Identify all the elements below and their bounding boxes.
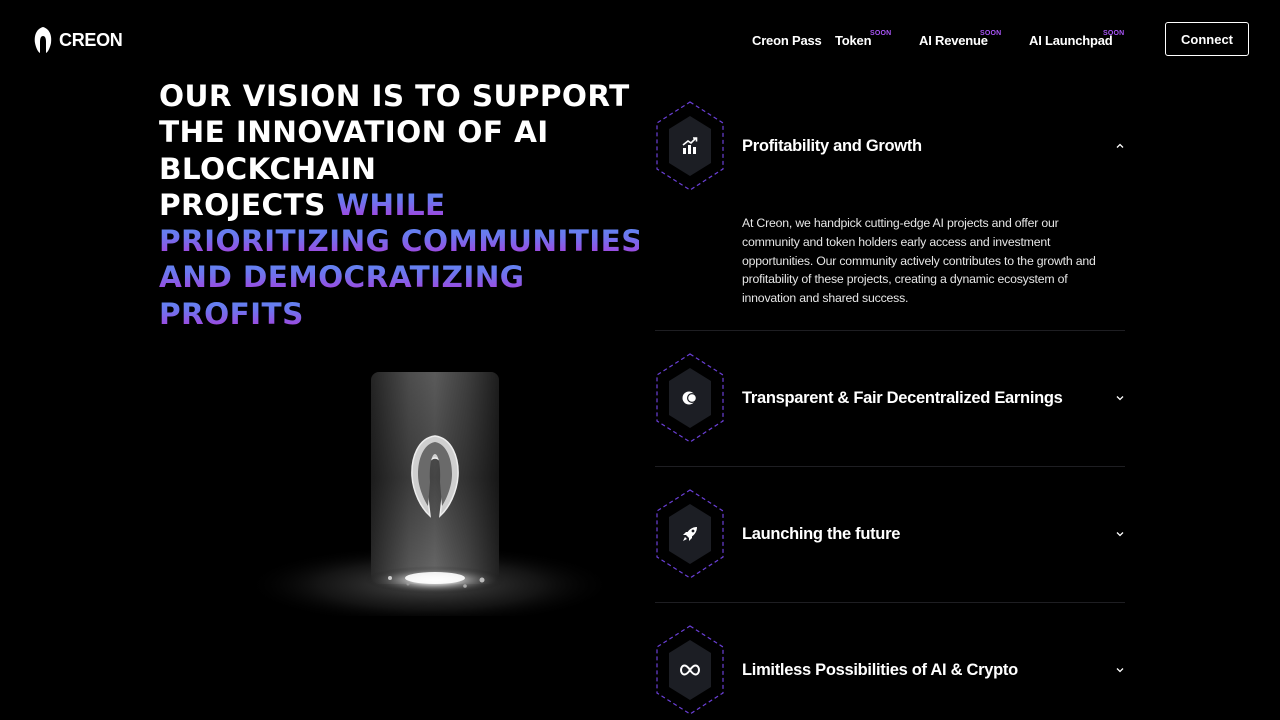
nav-label: Creon Pass [752,33,822,48]
headline-highlight: WHILE [336,187,446,222]
chevron-up-icon[interactable] [1114,140,1126,152]
chart-growth-icon [678,134,702,158]
nav-creon-pass[interactable]: Creon Pass [752,33,822,48]
accordion-item-limitless[interactable]: Limitless Possibilities of AI & Crypto [655,624,1125,716]
hero-monolith-image [240,370,620,616]
headline-line: OUR VISION IS TO SUPPORT [159,79,630,113]
accordion-title[interactable]: Limitless Possibilities of AI & Crypto [742,661,1018,680]
accordion-body: At Creon, we handpick cutting-edge AI pr… [742,216,1096,306]
infinity-icon [678,658,702,682]
nav-label: AI Launchpad [1029,33,1113,48]
headline-highlight-line: AND DEMOCRATIZING [159,259,639,295]
soon-badge: SOON [980,30,1002,37]
coins-icon [678,386,702,410]
chevron-down-icon[interactable] [1114,528,1126,540]
nav-ai-revenue[interactable]: AI Revenue SOON [919,30,1001,48]
accordion-title[interactable]: Transparent & Fair Decentralized Earning… [742,389,1063,408]
nav-ai-launchpad[interactable]: AI Launchpad SOON [1029,30,1124,48]
chevron-down-icon[interactable] [1114,392,1126,404]
headline-line: BLOCKCHAIN [159,151,377,186]
nav-label: AI Revenue [919,33,988,48]
nav-token[interactable]: Token SOON [835,30,891,48]
accordion-item-launching[interactable]: Launching the future [655,488,1125,580]
divider [655,330,1125,331]
hexagon-badge [655,100,725,192]
hexagon-badge [655,488,725,580]
divider [655,466,1125,467]
hexagon-badge [655,624,725,716]
accordion-item-profitability[interactable]: Profitability and Growth At Creon, we ha… [655,100,1125,330]
creon-logo-icon [34,27,52,53]
connect-button[interactable]: Connect [1165,22,1249,56]
vision-headline: OUR VISION IS TO SUPPORT THE INNOVATION … [159,78,643,332]
brand-logo[interactable]: CREON [33,26,123,54]
chevron-down-icon[interactable] [1114,664,1126,676]
nav-label: Token [835,33,872,48]
brand-name: CREON [59,29,123,50]
rocket-icon [678,522,702,546]
headline-highlight-line: PROFITS [159,296,639,332]
accordion-title[interactable]: Profitability and Growth [742,137,922,156]
soon-badge: SOON [1103,30,1125,37]
headline-line: PROJECTS WHILE [159,187,639,223]
soon-badge: SOON [870,30,892,37]
accordion-item-transparent-earnings[interactable]: Transparent & Fair Decentralized Earning… [655,352,1125,444]
headline-word: PROJECTS [159,187,326,222]
hexagon-badge [655,352,725,444]
headline-line: THE INNOVATION OF AI [159,115,549,150]
accordion-title[interactable]: Launching the future [742,525,900,544]
divider [655,602,1125,603]
headline-highlight-line: PRIORITIZING COMMUNITIES [159,224,643,259]
